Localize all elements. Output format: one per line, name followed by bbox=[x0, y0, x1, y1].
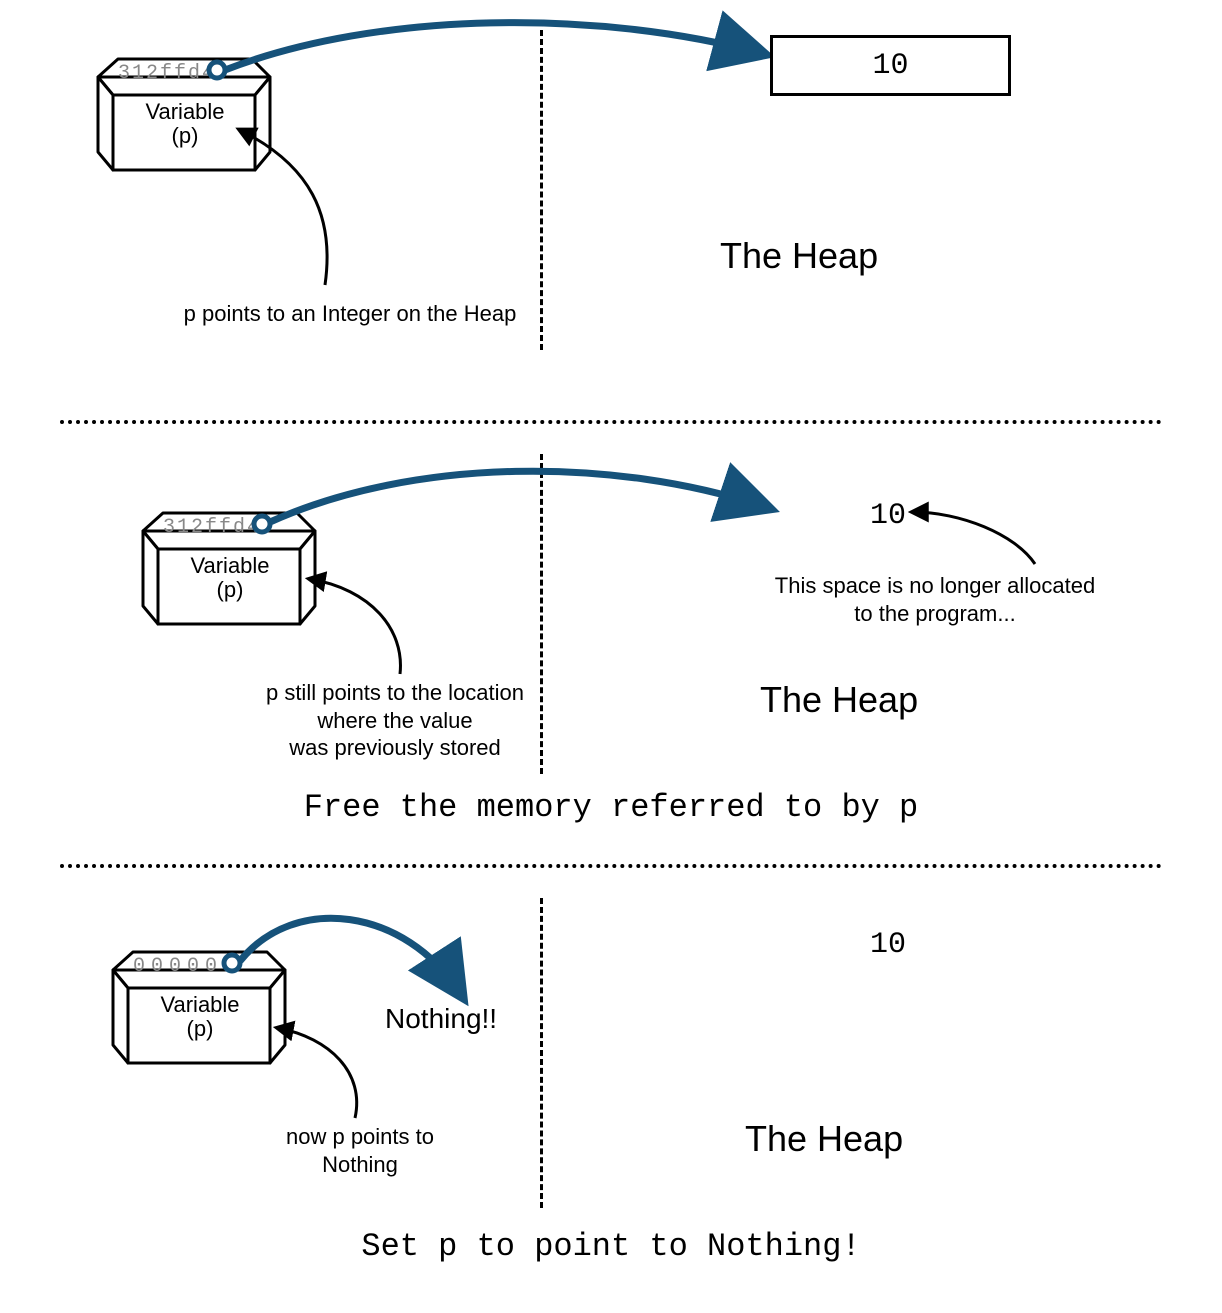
pointer-arrow bbox=[265, 462, 785, 572]
heap-divider bbox=[540, 898, 543, 1208]
heap-value: 10 bbox=[870, 928, 906, 962]
panel-3: 00000 Variable (p) Nothing!! 10 The Heap… bbox=[0, 868, 1222, 1298]
heap-title: The Heap bbox=[760, 679, 918, 721]
heap-title: The Heap bbox=[720, 235, 878, 277]
panel-2: 312ffd4 Variable (p) 10 This space is no… bbox=[0, 424, 1222, 864]
pointer-arrow bbox=[220, 15, 780, 115]
panel-caption: Set p to point to Nothing! bbox=[0, 1228, 1222, 1265]
box-caption: p points to an Integer on the Heap bbox=[140, 300, 560, 328]
panel-1: 312ffd4 Variable (p) 10 The Heap p poi bbox=[0, 0, 1222, 420]
panel-caption: Free the memory referred to by p bbox=[0, 789, 1222, 826]
nothing-label: Nothing!! bbox=[385, 1003, 497, 1035]
box-address: 312ffd4 bbox=[163, 516, 261, 539]
box-note: now p points to Nothing bbox=[230, 1123, 490, 1178]
heap-value: 10 bbox=[870, 499, 906, 533]
box-address: 00000 bbox=[133, 955, 223, 978]
box-callout-arrow bbox=[270, 1023, 380, 1133]
box-callout-arrow bbox=[230, 125, 360, 295]
heap-note: This space is no longer allocated to the… bbox=[700, 572, 1170, 627]
box-address: 312ffd4 bbox=[118, 62, 216, 85]
box-note: p still points to the location where the… bbox=[210, 679, 580, 762]
heap-value-box: 10 bbox=[770, 35, 1011, 96]
box-callout-arrow bbox=[300, 574, 420, 694]
heap-title: The Heap bbox=[745, 1118, 903, 1160]
heap-value: 10 bbox=[872, 49, 908, 83]
